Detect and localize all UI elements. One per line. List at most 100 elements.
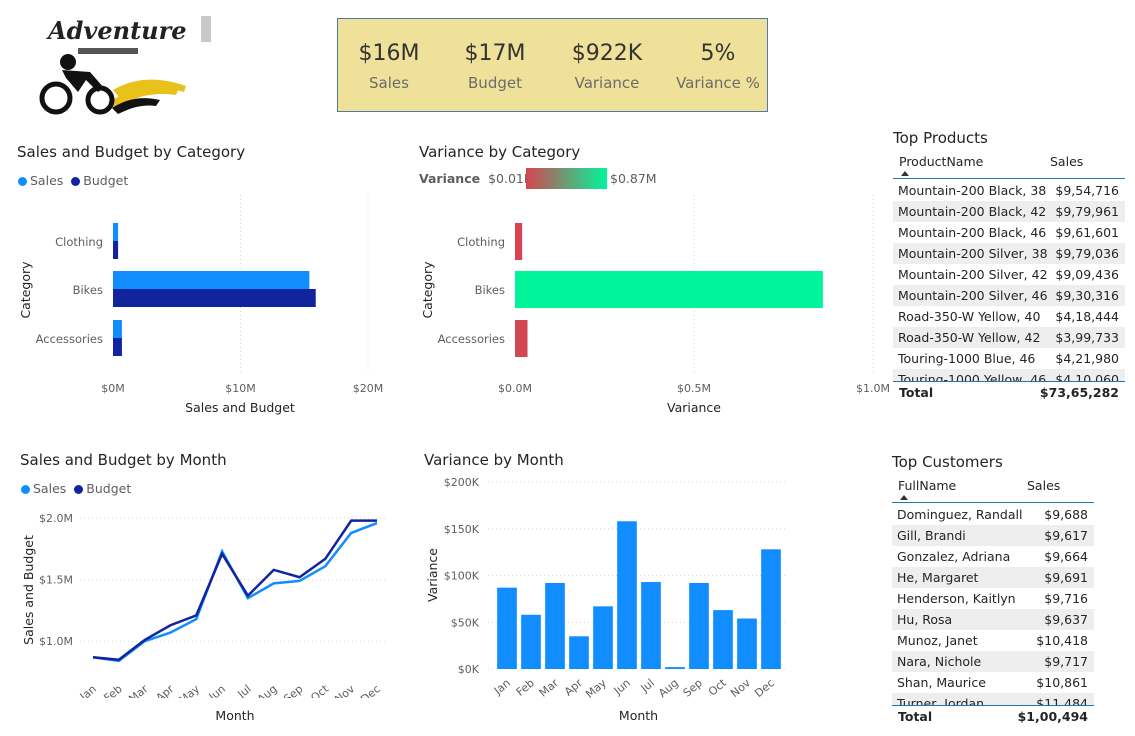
product-rows: Mountain-200 Black, 38 $9,54,716 Mountain-… [893,180,1125,381]
chart-variance-month[interactable]: $0K$50K$100K$150K$200KVarianceJan Feb Mar A… [400,470,800,698]
bar-variance [515,271,823,308]
cell-name: Mountain-200 Black, 46 [898,225,1047,240]
cell-sales: $10,418 [1036,633,1088,648]
cell-sales: $9,79,961 [1055,204,1119,219]
x-tick-label: $0.5M [677,382,711,395]
legend-variance-title: Variance [419,171,481,186]
cell-name: Dominguez, Randall [897,507,1023,522]
cell-sales: $9,61,601 [1055,225,1119,240]
table-row[interactable]: Mountain-200 Black, 46 $9,61,601 [893,222,1125,243]
kpi-variance-label: Variance [574,74,640,92]
bar-variance-month [617,521,637,669]
bar-variance-month [545,582,565,669]
y-tick-label: $0K [458,663,480,676]
table-row[interactable]: Mountain-200 Silver, 38 $9,79,036 [893,243,1125,264]
table-row[interactable]: Mountain-200 Silver, 46 $9,30,316 [893,285,1125,306]
legend-sales-dot [21,485,30,494]
cell-name: Touring-1000 Yellow, 46 [898,372,1047,381]
x-tick-label: Dec [752,676,777,698]
table-row[interactable]: Mountain-200 Silver, 42 $9,09,436 [893,264,1125,285]
table-row[interactable]: Gonzalez, Adriana $9,664 [892,546,1094,567]
table-row[interactable]: Hu, Rosa $9,637 [892,609,1094,630]
bar-variance-month [713,610,733,669]
cell-sales: $9,30,316 [1055,288,1119,303]
table-row[interactable]: Henderson, Kaitlyn $9,716 [892,588,1094,609]
category-label: Accessories [438,332,505,346]
column-header-productname[interactable]: ProductName [899,154,983,169]
scrollbar-stub[interactable] [201,16,211,42]
kpi-sales-label: Sales [369,74,409,92]
column-header-fullname[interactable]: FullName [898,478,956,493]
customers-total-label: Total [898,709,933,724]
cell-name: Mountain-200 Silver, 42 [898,267,1048,282]
table-row[interactable]: Turner, Jordan $11,484 [892,693,1094,705]
cell-name: Gill, Brandi [897,528,966,543]
cell-name: Touring-1000 Blue, 46 [898,351,1036,366]
top-customers-table[interactable]: FullName Sales Dominguez, Randall $9,688 G… [892,474,1094,729]
chart-variance-category[interactable]: $0.0M $0.5M $1.0M Category Clothing Bikes Acce… [400,195,895,425]
cell-sales: $9,664 [1044,549,1088,564]
table-row[interactable]: Gill, Brandi $9,617 [892,525,1094,546]
kpi-card: $16M Sales $17M Budget $922K Variance 5%… [337,18,768,112]
legend-sales-label[interactable]: Sales [30,173,63,188]
x-tick-label: Apr [562,676,585,698]
legend-variance-gradient: Variance $0.01M [419,171,535,191]
chart-title-sales-budget-month: Sales and Budget by Month [20,451,227,469]
table-row[interactable]: He, Margaret $9,691 [892,567,1094,588]
bar-variance-month [497,587,517,669]
top-products-table[interactable]: ProductName Sales Mountain-200 Black, 38… [893,150,1125,405]
kpi-budget: $17M Budget [440,41,550,92]
table-row[interactable]: Road-350-W Yellow, 40 $4,18,444 [893,306,1125,327]
chart-sales-budget-month[interactable]: $1.0M $1.5M $2.0MSales and Budget Jan Feb Mar… [0,498,400,698]
legend-sales-label[interactable]: Sales [33,481,66,496]
column-header-sales[interactable]: Sales [1050,154,1083,169]
table-row[interactable]: Mountain-200 Black, 38 $9,54,716 [893,180,1125,201]
header-divider [892,502,1094,503]
cell-sales: $9,688 [1044,507,1088,522]
bar-variance-month [761,549,781,669]
table-row[interactable]: Road-350-W Yellow, 42 $3,99,733 [893,327,1125,348]
column-header-sales[interactable]: Sales [1027,478,1060,493]
y-axis-label: Sales and Budget [21,535,36,645]
y-tick-label: $1.0M [39,635,73,648]
category-label: Accessories [36,332,103,346]
category-label: Clothing [457,235,505,249]
bar-variance-month [641,582,661,669]
cell-sales: $11,484 [1036,696,1088,705]
customer-rows: Dominguez, Randall $9,688 Gill, Brandi $9,6… [892,504,1094,705]
table-row[interactable]: Shan, Maurice $10,861 [892,672,1094,693]
x-axis-label: Variance [667,400,721,415]
legend-budget-dot [74,485,84,494]
cell-name: Road-350-W Yellow, 40 [898,309,1041,324]
cell-sales: $9,716 [1044,591,1088,606]
table-row[interactable]: Touring-1000 Yellow, 46 $4,10,060 [893,369,1125,381]
table-row[interactable]: Mountain-200 Black, 42 $9,79,961 [893,201,1125,222]
category-label: Bikes [73,283,103,297]
cell-sales: $4,21,980 [1055,351,1119,366]
table-row[interactable]: Munoz, Janet $10,418 [892,630,1094,651]
category-label: Bikes [475,283,505,297]
x-tick-label: Sep [681,676,705,698]
x-tick-label: Oct [308,682,331,698]
cell-name: Hu, Rosa [897,612,953,627]
table-row[interactable]: Nara, Nichole $9,717 [892,651,1094,672]
x-tick-label: Jul [235,682,254,698]
logo-text: Adventure [48,16,187,45]
table-row[interactable]: Dominguez, Randall $9,688 [892,504,1094,525]
x-tick-label: Mar [537,676,562,698]
x-tick-label: Nov [332,682,357,698]
category-label: Clothing [55,235,103,249]
x-tick-label: May [583,676,609,698]
bar-variance [515,320,528,357]
legend-budget-label[interactable]: Budget [83,173,128,188]
x-tick-label: Jun [206,682,228,698]
legend-budget-label[interactable]: Budget [86,481,131,496]
x-tick-label: Feb [514,676,537,698]
y-axis-label: Category [420,261,435,319]
kpi-variance-pct: 5% Variance % [663,41,773,92]
cell-name: Road-350-W Yellow, 42 [898,330,1041,345]
kpi-variance-value: $922K [571,41,643,66]
chart-sales-budget-category[interactable]: $0M $10M $20M Category Clothing Bikes Accessor… [0,195,400,425]
table-row[interactable]: Touring-1000 Blue, 46 $4,21,980 [893,348,1125,369]
y-axis-label: Variance [425,548,440,602]
